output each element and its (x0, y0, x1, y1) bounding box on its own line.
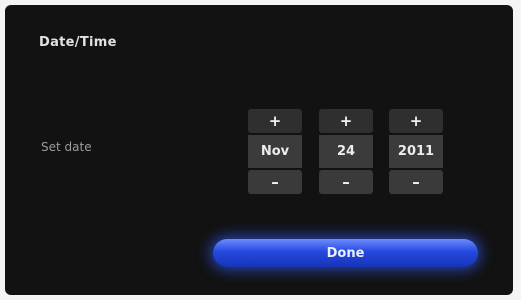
year-decrement-button[interactable]: – (389, 170, 443, 194)
month-increment-button[interactable]: + (248, 109, 302, 133)
month-decrement-button[interactable]: – (248, 170, 302, 194)
month-value: Nov (248, 135, 302, 168)
day-value: 24 (319, 135, 373, 168)
date-time-screen: Date/Time Set date + Nov – + 24 – + 2011… (5, 5, 513, 295)
set-date-label: Set date (41, 140, 92, 154)
year-spinner: + 2011 – (389, 109, 443, 194)
screen-title: Date/Time (39, 35, 117, 50)
year-increment-button[interactable]: + (389, 109, 443, 133)
day-increment-button[interactable]: + (319, 109, 373, 133)
day-spinner: + 24 – (319, 109, 373, 194)
day-decrement-button[interactable]: – (319, 170, 373, 194)
month-spinner: + Nov – (248, 109, 302, 194)
done-button[interactable]: Done (213, 239, 478, 267)
year-value: 2011 (389, 135, 443, 168)
